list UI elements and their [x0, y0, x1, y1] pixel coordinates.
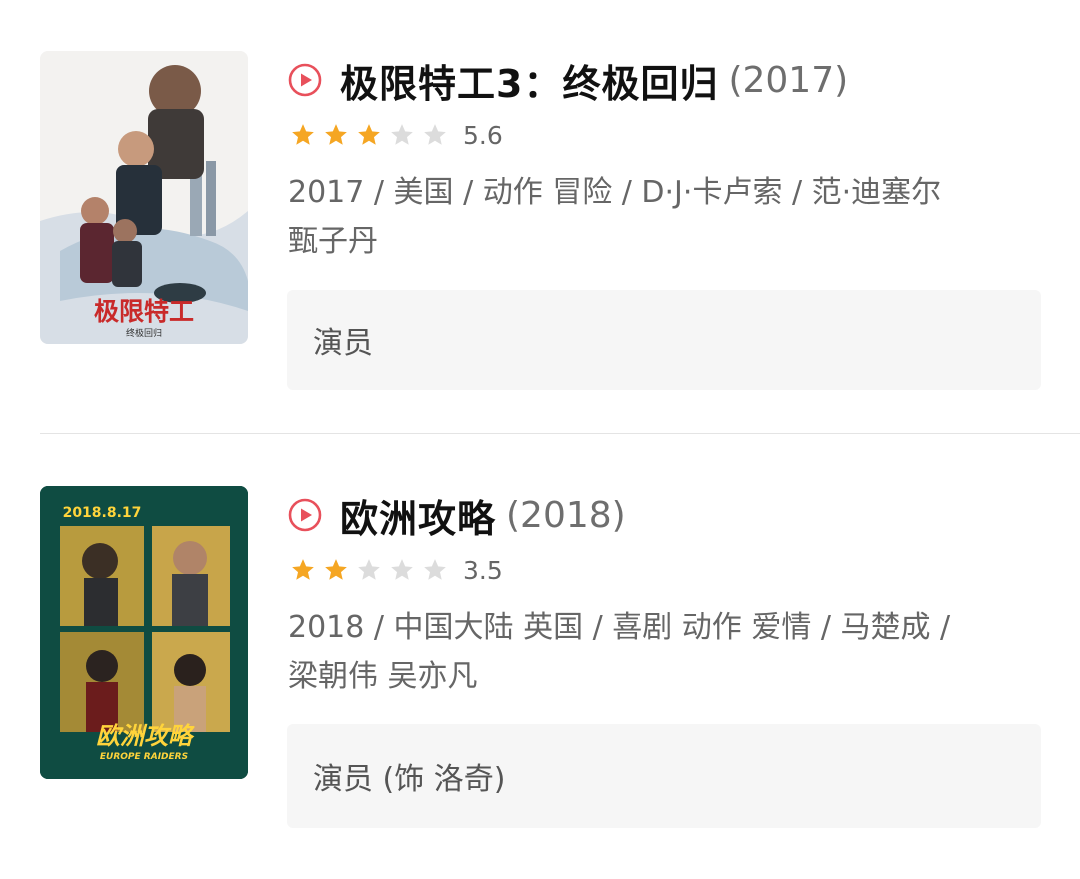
- poster-subtitle: EUROPE RAIDERS: [100, 752, 188, 762]
- poster-image: 2018.8.17 欧洲攻略 EUROPE RAIDERS: [40, 486, 248, 779]
- movie-title-row[interactable]: 欧洲攻略 (2018): [288, 487, 626, 543]
- movie-meta: 2018 / 中国大陆 英国 / 喜剧 动作 爱情 / 马楚成 / 梁朝伟 吴亦…: [288, 603, 1048, 701]
- rating-score: 3.5: [463, 555, 503, 585]
- cast-box[interactable]: 演员: [287, 290, 1041, 390]
- poster-title: 欧洲攻略: [96, 722, 195, 750]
- star-empty-icon: [424, 124, 446, 145]
- poster-subtitle: 终极回归: [126, 327, 162, 339]
- movie-poster[interactable]: 2018.8.17 欧洲攻略 EUROPE RAIDERS: [40, 486, 248, 779]
- star-rating: [290, 122, 455, 148]
- star-filled-icon: [292, 124, 314, 145]
- star-filled-icon: [325, 124, 347, 145]
- movie-title[interactable]: 极限特工3：终极回归: [340, 53, 718, 108]
- poster-image: 极限特工 终极回归: [40, 51, 248, 344]
- meta-line: 梁朝伟 吴亦凡: [288, 659, 478, 694]
- star-filled-icon: [358, 124, 380, 145]
- star-filled-icon: [325, 559, 347, 580]
- star-empty-icon: [391, 559, 413, 580]
- movie-title[interactable]: 欧洲攻略: [340, 488, 496, 543]
- movie-item[interactable]: 2018.8.17 欧洲攻略 EUROPE RAIDERS 欧洲攻略 (2018…: [0, 435, 1080, 879]
- meta-line: 2018 / 中国大陆 英国 / 喜剧 动作 爱情 / 马楚成 /: [288, 610, 951, 645]
- rating-row: 5.6: [290, 118, 503, 152]
- poster-title: 极限特工: [94, 297, 194, 326]
- movie-year: (2017): [728, 59, 849, 101]
- movie-year: (2018): [506, 494, 626, 536]
- cast-box[interactable]: 演员 (饰 洛奇): [287, 724, 1041, 828]
- cast-role: 演员: [313, 326, 373, 361]
- divider: [40, 433, 1080, 434]
- star-filled-icon: [292, 559, 314, 580]
- meta-line: 甄子丹: [288, 224, 378, 259]
- movie-meta: 2017 / 美国 / 动作 冒险 / D·J·卡卢索 / 范·迪塞尔 甄子丹: [288, 168, 1048, 266]
- rating-row: 3.5: [290, 553, 503, 587]
- rating-score: 5.6: [463, 120, 503, 150]
- star-empty-icon: [391, 124, 413, 145]
- star-empty-icon: [424, 559, 446, 580]
- movie-title-row[interactable]: 极限特工3：终极回归 (2017): [288, 52, 848, 108]
- meta-line: 2017 / 美国 / 动作 冒险 / D·J·卡卢索 / 范·迪塞尔: [288, 175, 942, 210]
- movie-poster[interactable]: 极限特工 终极回归: [40, 51, 248, 344]
- play-circle-icon[interactable]: [288, 63, 322, 97]
- poster-date: 2018.8.17: [63, 505, 142, 521]
- movie-item[interactable]: 极限特工 终极回归 极限特工3：终极回归 (2017) 5.6 2017 / 美…: [0, 0, 1080, 434]
- star-rating: [290, 557, 455, 583]
- cast-role: 演员 (饰 洛奇): [313, 762, 506, 797]
- play-circle-icon[interactable]: [288, 498, 322, 532]
- star-empty-icon: [358, 559, 380, 580]
